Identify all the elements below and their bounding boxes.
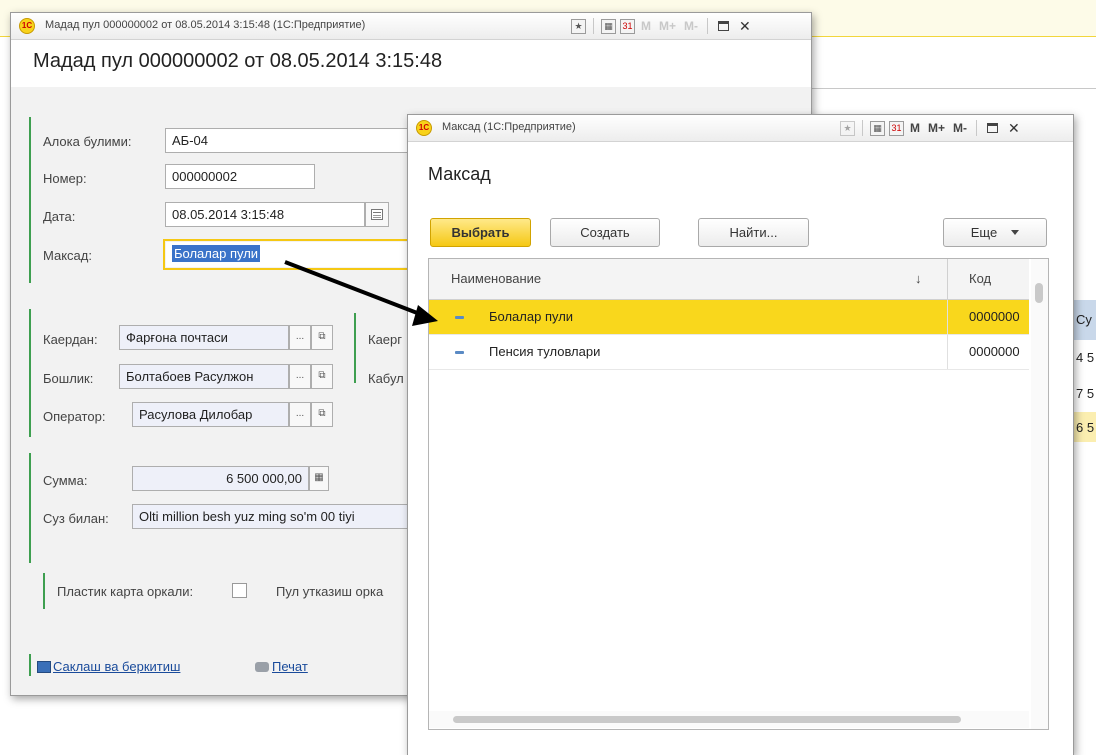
background-divider [810, 88, 1096, 89]
kabul-label: Кабул [368, 371, 404, 386]
summa-field[interactable]: 6 500 000,00 [132, 466, 309, 491]
calendar-icon[interactable]: 31 [620, 18, 635, 34]
calculator-icon[interactable]: ▦ [601, 18, 616, 34]
vertical-scrollbar[interactable] [1031, 259, 1048, 729]
maximize-icon[interactable] [718, 21, 730, 31]
date-picker-button[interactable] [365, 202, 389, 227]
operator-open-button[interactable]: ⧉ [311, 402, 333, 427]
maximize-icon[interactable] [987, 123, 999, 133]
1c-logo-icon: 1С [416, 120, 432, 136]
memory-button[interactable]: M [908, 121, 922, 135]
calendar-icon[interactable]: 31 [889, 120, 904, 136]
calculator-button[interactable]: ▦ [309, 466, 329, 491]
close-icon[interactable]: ✕ [736, 18, 754, 35]
maqsad-label: Максад: [43, 248, 92, 263]
choice-window-title: Максад (1С:Предприятие) [442, 121, 576, 133]
boshlik-open-button[interactable]: ⧉ [311, 364, 333, 389]
background-cell: 6 5 [1076, 420, 1095, 435]
summa-label: Сумма: [43, 473, 88, 488]
1c-logo-icon: 1С [19, 18, 35, 34]
suz-label: Суз билан: [43, 511, 109, 526]
column-header-code[interactable]: Код [969, 271, 991, 286]
document-window-title: Мадад пул 000000002 от 08.05.2014 3:15:4… [45, 19, 366, 31]
choice-window: 1С Максад (1С:Предприятие) ★ ▦ 31 M M+ M… [407, 114, 1074, 755]
table-header: Наименование ↓ Код [429, 259, 1029, 300]
kaerdan-select-button[interactable]: ... [289, 325, 311, 350]
printer-icon [255, 662, 269, 672]
choice-title: Максад [428, 164, 491, 184]
operator-label: Оператор: [43, 409, 106, 424]
aloka-label: Алока булими: [43, 134, 132, 149]
row-code: 0000000 [969, 344, 1020, 359]
group-bar [29, 309, 31, 437]
chevron-down-icon [1011, 230, 1020, 235]
create-button[interactable]: Создать [550, 218, 660, 247]
kaerdan-open-button[interactable]: ⧉ [311, 325, 333, 350]
memory-minus-button[interactable]: M- [682, 19, 700, 33]
kaerdan-field[interactable]: Фарғона почтаси [119, 325, 289, 350]
horizontal-scrollbar[interactable] [429, 711, 1029, 728]
aloka-field[interactable]: АБ-04 [165, 128, 415, 153]
group-bar [354, 313, 356, 383]
plastik-checkbox[interactable] [232, 583, 247, 598]
row-name: Болалар пули [489, 309, 574, 324]
choice-titlebar[interactable]: 1С Максад (1С:Предприятие) ★ ▦ 31 M M+ M… [408, 115, 1073, 142]
item-marker-icon [455, 351, 464, 354]
group-bar [29, 117, 31, 283]
group-bar [29, 654, 31, 676]
item-marker-icon [455, 316, 464, 319]
row-code: 0000000 [969, 309, 1020, 324]
memory-button[interactable]: M [639, 19, 653, 33]
boshlik-select-button[interactable]: ... [289, 364, 311, 389]
group-bar [29, 453, 31, 563]
background-cell: 7 5 [1076, 386, 1095, 401]
select-button[interactable]: Выбрать [430, 218, 531, 247]
date-field[interactable]: 08.05.2014 3:15:48 [165, 202, 365, 227]
scrollbar-thumb[interactable] [1035, 283, 1043, 303]
boshlik-field[interactable]: Болтабоев Расулжон [119, 364, 289, 389]
column-header-name[interactable]: Наименование [451, 271, 541, 286]
kaerga-label: Каерг [368, 332, 403, 347]
calculator-icon[interactable]: ▦ [870, 120, 885, 136]
favorite-icon[interactable]: ★ [571, 18, 586, 34]
nomer-field[interactable]: 000000002 [165, 164, 315, 189]
data-label: Дата: [43, 209, 76, 224]
document-titlebar-tools: ★ ▦ 31 M M+ M- ✕ [571, 16, 754, 36]
background-cell: 4 5 [1076, 350, 1095, 365]
boshlik-label: Бошлик: [43, 371, 94, 386]
print-link[interactable]: Печат [255, 659, 308, 674]
suz-field[interactable]: Olti million besh yuz ming so'm 00 tiyi [132, 504, 412, 529]
maqsad-field[interactable]: Болалар пули [166, 242, 411, 267]
kaerdan-label: Каердан: [43, 332, 98, 347]
row-name: Пенсия туловлари [489, 344, 601, 359]
document-titlebar[interactable]: 1С Мадад пул 000000002 от 08.05.2014 3:1… [11, 13, 811, 40]
nomer-label: Номер: [43, 171, 87, 186]
pul-label: Пул утказиш орка [276, 584, 384, 599]
maqsad-selected-text: Болалар пули [172, 245, 261, 262]
memory-plus-button[interactable]: M+ [657, 19, 678, 33]
sort-arrow-icon[interactable]: ↓ [915, 271, 922, 286]
memory-minus-button[interactable]: M- [951, 121, 969, 135]
find-button[interactable]: Найти... [698, 218, 809, 247]
close-icon[interactable]: ✕ [1005, 120, 1023, 137]
scrollbar-thumb[interactable] [453, 716, 961, 723]
choice-table: Наименование ↓ Код Болалар пули 0000000 … [428, 258, 1049, 730]
group-bar [43, 573, 45, 609]
choice-titlebar-tools: ★ ▦ 31 M M+ M- ✕ [840, 118, 1023, 138]
calendar-icon [371, 209, 383, 220]
table-row[interactable]: Пенсия туловлари 0000000 [429, 335, 1029, 370]
save-icon [37, 661, 51, 673]
save-and-close-link[interactable]: Саклаш ва беркитиш [37, 659, 180, 674]
operator-select-button[interactable]: ... [289, 402, 311, 427]
favorite-icon[interactable]: ★ [840, 120, 855, 136]
more-menu-button[interactable]: Еще [943, 218, 1047, 247]
memory-plus-button[interactable]: M+ [926, 121, 947, 135]
background-cell: Су [1076, 312, 1092, 327]
plastik-label: Пластик карта оркали: [57, 584, 194, 599]
page-title: Мадад пул 000000002 от 08.05.2014 3:15:4… [33, 50, 443, 72]
operator-field[interactable]: Расулова Дилобар [132, 402, 289, 427]
table-row[interactable]: Болалар пули 0000000 [429, 300, 1029, 335]
